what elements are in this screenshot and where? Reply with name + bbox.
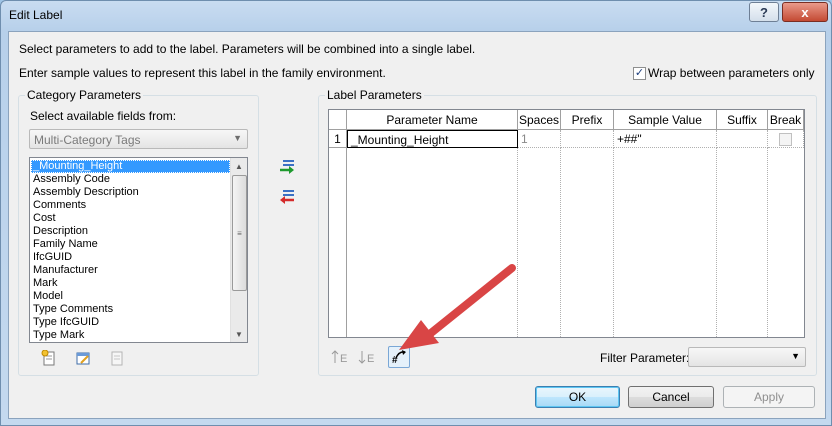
list-item[interactable]: Assembly Code	[31, 173, 230, 186]
column-header-parameter-name[interactable]: Parameter Name	[347, 110, 518, 130]
available-fields-list[interactable]: _Mounting_Height Assembly Code Assembly De…	[29, 157, 248, 343]
edit-parameter-button[interactable]	[73, 348, 93, 368]
dialog-body: Select parameters to add to the label. P…	[8, 31, 826, 419]
ok-label: OK	[568, 390, 587, 404]
wrap-checkbox-label: Wrap between parameters only	[648, 66, 815, 80]
edit-parameter-icon	[76, 352, 90, 365]
row-number-header	[329, 110, 347, 130]
new-parameter-button[interactable]	[39, 348, 59, 368]
move-up-icon: E	[331, 350, 347, 365]
remove-parameter-button[interactable]	[277, 187, 297, 207]
help-button[interactable]: ?	[749, 2, 779, 22]
list-item[interactable]: Cost	[31, 212, 230, 225]
list-item[interactable]: Description	[31, 225, 230, 238]
parameter-name-cell[interactable]: _Mounting_Height	[347, 130, 518, 148]
suffix-cell[interactable]	[717, 130, 768, 148]
wrap-checkbox[interactable]: ✓	[633, 67, 646, 80]
list-scrollbar[interactable]: ▲ ≡ ▼	[230, 158, 247, 342]
add-to-label-icon	[111, 351, 123, 366]
ok-button[interactable]: OK	[535, 386, 620, 408]
filter-parameter-label: Filter Parameter:	[600, 351, 690, 365]
filter-parameter-dropdown[interactable]: ▼	[688, 347, 806, 367]
grid-line	[613, 148, 614, 337]
add-parameter-button[interactable]	[277, 157, 297, 177]
cancel-button[interactable]: Cancel	[628, 386, 714, 408]
list-item[interactable]: _Mounting_Height	[31, 160, 230, 173]
list-item[interactable]: Assembly Description	[31, 186, 230, 199]
scroll-thumb[interactable]: ≡	[232, 175, 247, 291]
apply-button[interactable]: Apply	[723, 386, 815, 408]
fields-from-value: Multi-Category Tags	[34, 133, 141, 147]
list-item[interactable]: Type Mark	[31, 329, 230, 342]
row-number: 1	[329, 130, 347, 148]
list-item[interactable]: Manufacturer	[31, 264, 230, 277]
dialog-title: Edit Label	[9, 8, 63, 22]
grid-line	[767, 148, 768, 337]
column-header-break[interactable]: Break	[768, 110, 804, 130]
remove-parameter-icon	[280, 190, 294, 204]
list-item[interactable]: IfcGUID	[31, 251, 230, 264]
scroll-up-icon[interactable]: ▲	[231, 158, 247, 174]
label-parameters-title: Label Parameters	[325, 88, 424, 102]
break-checkbox[interactable]	[779, 133, 792, 146]
list-item[interactable]: Comments	[31, 199, 230, 212]
chevron-down-icon: ▼	[233, 133, 242, 143]
new-parameter-icon	[41, 350, 55, 366]
category-parameters-title: Category Parameters	[25, 88, 144, 102]
column-header-suffix[interactable]: Suffix	[717, 110, 768, 130]
check-icon: ✓	[634, 67, 645, 79]
close-icon: x	[801, 4, 809, 20]
list-item[interactable]: Family Name	[31, 238, 230, 251]
annotation-arrow-shaft	[427, 264, 516, 337]
scroll-down-icon[interactable]: ▼	[231, 326, 247, 342]
svg-text:E: E	[340, 353, 347, 365]
list-item[interactable]: Type IfcGUID	[31, 316, 230, 329]
row-header-divider	[346, 148, 347, 337]
chevron-down-icon: ▼	[791, 351, 800, 361]
svg-text:E: E	[367, 353, 374, 365]
move-up-button[interactable]: E	[330, 347, 350, 367]
instruction-text-2: Enter sample values to represent this la…	[19, 66, 386, 80]
list-item[interactable]: Type Comments	[31, 303, 230, 316]
spaces-cell[interactable]: 1	[518, 130, 561, 148]
move-down-button[interactable]: E	[357, 347, 377, 367]
apply-label: Apply	[753, 390, 785, 404]
annotation-arrow	[399, 264, 516, 350]
prefix-cell[interactable]	[561, 130, 614, 148]
add-to-label-button[interactable]	[107, 348, 127, 368]
instruction-text-1: Select parameters to add to the label. P…	[19, 42, 476, 56]
fields-from-dropdown[interactable]: Multi-Category Tags ▼	[29, 129, 248, 149]
cancel-label: Cancel	[652, 390, 690, 404]
add-parameter-icon	[280, 160, 294, 174]
column-header-sample-value[interactable]: Sample Value	[614, 110, 717, 130]
close-button[interactable]: x	[782, 2, 828, 22]
column-header-prefix[interactable]: Prefix	[561, 110, 614, 130]
break-cell	[768, 130, 804, 148]
fields-from-label: Select available fields from:	[30, 109, 177, 123]
column-header-spaces[interactable]: Spaces	[518, 110, 561, 130]
help-icon: ?	[760, 4, 768, 20]
list-item[interactable]: Model	[31, 290, 230, 303]
list-item[interactable]: Mark	[31, 277, 230, 290]
title-bar[interactable]: Edit Label ? x	[1, 1, 831, 31]
edit-label-dialog: Edit Label ? x Select parameters to add …	[0, 0, 832, 426]
move-down-icon: E	[358, 351, 374, 365]
sample-value-cell[interactable]: +##"	[614, 130, 717, 148]
category-parameters-group: Category Parameters Select available fie…	[18, 88, 259, 376]
grid-line	[716, 148, 717, 337]
grid-line	[560, 148, 561, 337]
